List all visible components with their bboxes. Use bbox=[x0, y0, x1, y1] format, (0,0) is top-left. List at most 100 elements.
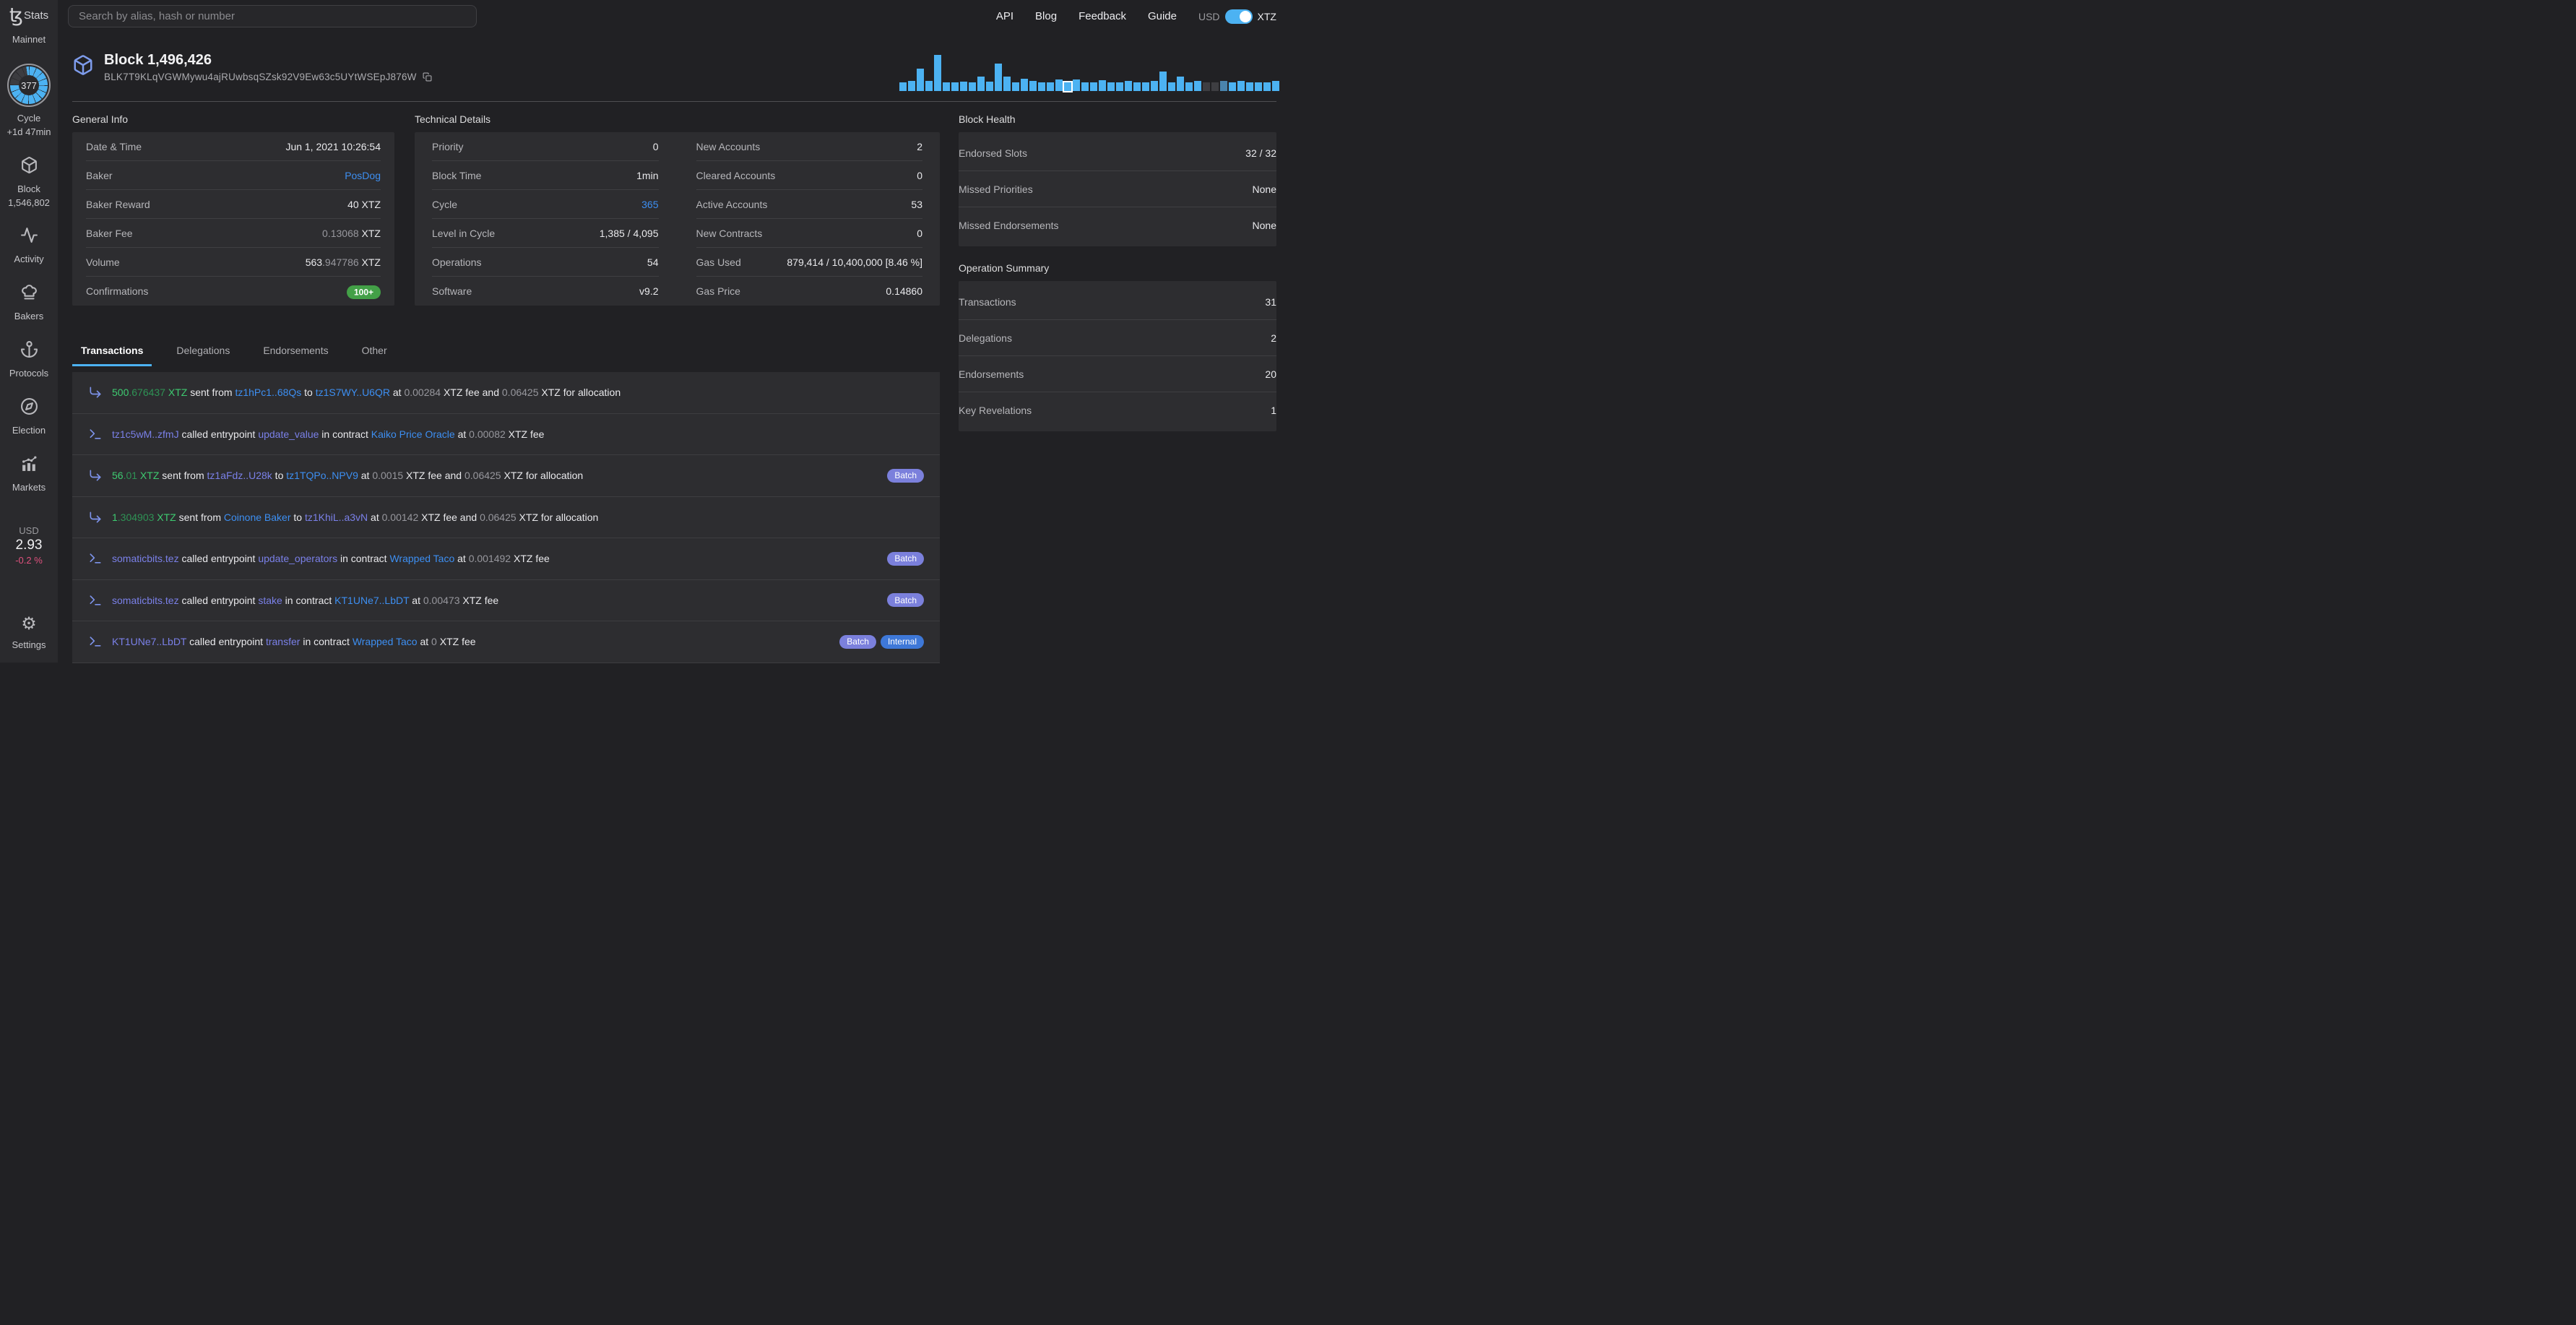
row-value: None bbox=[1253, 220, 1276, 231]
row-value: 2 bbox=[917, 141, 922, 152]
link[interactable]: Coinone Baker bbox=[224, 512, 291, 523]
tab-endorsements[interactable]: Endorsements bbox=[254, 345, 337, 366]
sidebar-item-markets[interactable]: Markets bbox=[8, 454, 50, 495]
histogram-bar[interactable] bbox=[1220, 81, 1227, 91]
histogram-bar[interactable] bbox=[1255, 82, 1262, 91]
sidebar-item-settings[interactable]: ⚙ Settings bbox=[12, 615, 46, 652]
operation-row[interactable]: 56.01 XTZ sent from tz1aFdz..U28k to tz1… bbox=[72, 455, 940, 497]
link[interactable]: update_value bbox=[258, 428, 319, 440]
histogram-bar[interactable] bbox=[1029, 81, 1037, 91]
topnav-link-blog[interactable]: Blog bbox=[1035, 10, 1057, 22]
currency-toggle[interactable] bbox=[1224, 9, 1253, 24]
tab-delegations[interactable]: Delegations bbox=[168, 345, 238, 366]
histogram-bar[interactable] bbox=[943, 82, 950, 91]
histogram-bar[interactable] bbox=[995, 64, 1002, 91]
link[interactable]: tz1aFdz..U28k bbox=[207, 470, 272, 481]
histogram-bar[interactable] bbox=[1168, 82, 1175, 91]
link[interactable]: update_operators bbox=[258, 553, 337, 564]
histogram-bar[interactable] bbox=[1073, 79, 1080, 91]
search-input[interactable] bbox=[68, 5, 477, 27]
histogram-bar[interactable] bbox=[1246, 82, 1253, 91]
tzstats-logo[interactable]: ꜩ Stats bbox=[9, 6, 48, 25]
link[interactable]: tz1KhiL..a3vN bbox=[305, 512, 368, 523]
histogram-bar[interactable] bbox=[1151, 81, 1158, 91]
link[interactable]: transfer bbox=[266, 636, 300, 647]
sidebar-item-protocols[interactable]: Protocols bbox=[8, 340, 50, 381]
tab-other[interactable]: Other bbox=[353, 345, 396, 366]
histogram-bar[interactable] bbox=[1159, 72, 1167, 91]
histogram-bar[interactable] bbox=[1272, 81, 1279, 91]
operation-row[interactable]: somaticbits.tez called entrypoint update… bbox=[72, 538, 940, 580]
link[interactable]: Wrapped Taco bbox=[389, 553, 454, 564]
link[interactable]: tz1TQPo..NPV9 bbox=[286, 470, 358, 481]
row-label: Date & Time bbox=[86, 140, 142, 152]
operation-row[interactable]: somaticbits.tez called entrypoint stake … bbox=[72, 580, 940, 621]
histogram-bar[interactable] bbox=[969, 82, 976, 91]
histogram-bar[interactable] bbox=[1055, 79, 1063, 91]
link[interactable]: somaticbits.tez bbox=[112, 553, 179, 564]
histogram-bar[interactable] bbox=[1038, 82, 1045, 91]
histogram-bar[interactable] bbox=[1237, 81, 1245, 91]
histogram-bar[interactable] bbox=[899, 82, 907, 91]
text-segment: 0.00082 bbox=[469, 428, 506, 440]
sidebar-item-election[interactable]: Election bbox=[8, 397, 50, 438]
histogram-bar[interactable] bbox=[986, 82, 993, 91]
link[interactable]: Wrapped Taco bbox=[353, 636, 418, 647]
histogram-bar[interactable] bbox=[1021, 79, 1028, 91]
text-segment: None bbox=[1252, 220, 1276, 231]
copy-icon[interactable] bbox=[423, 72, 432, 82]
link[interactable]: tz1S7WY..U6QR bbox=[316, 387, 390, 398]
histogram-bar[interactable] bbox=[1003, 77, 1011, 91]
histogram-bar[interactable] bbox=[951, 82, 959, 91]
info-row: Confirmations 100+ bbox=[86, 277, 381, 306]
sidebar-item-block[interactable]: Block 1,546,802 bbox=[8, 156, 50, 210]
histogram-bar[interactable] bbox=[1142, 82, 1149, 91]
histogram-bar[interactable] bbox=[1090, 82, 1097, 91]
topnav-link-guide[interactable]: Guide bbox=[1148, 10, 1177, 22]
histogram-bar[interactable] bbox=[908, 81, 915, 91]
histogram-bar[interactable] bbox=[1203, 82, 1210, 91]
operation-row[interactable]: 500.676437 XTZ sent from tz1hPc1..68Qs t… bbox=[72, 372, 940, 414]
topnav-link-feedback[interactable]: Feedback bbox=[1079, 10, 1126, 22]
histogram-bar[interactable] bbox=[1012, 82, 1019, 91]
terminal-icon bbox=[88, 634, 103, 649]
link[interactable]: somaticbits.tez bbox=[112, 595, 179, 606]
link[interactable]: PosDog bbox=[345, 170, 381, 181]
histogram-bar[interactable] bbox=[1081, 82, 1089, 91]
histogram-bar[interactable] bbox=[977, 77, 985, 91]
histogram-bar[interactable] bbox=[960, 82, 967, 91]
histogram-bar[interactable] bbox=[1107, 82, 1115, 91]
link[interactable]: tz1hPc1..68Qs bbox=[235, 387, 301, 398]
price-widget[interactable]: USD 2.93 -0.2 % bbox=[15, 525, 43, 566]
histogram-bar[interactable] bbox=[1099, 80, 1106, 91]
histogram-bar[interactable] bbox=[1133, 82, 1141, 91]
topnav-link-api[interactable]: API bbox=[996, 10, 1013, 22]
histogram-bar[interactable] bbox=[1185, 82, 1193, 91]
link[interactable]: Kaiko Price Oracle bbox=[371, 428, 455, 440]
tab-transactions[interactable]: Transactions bbox=[72, 345, 152, 366]
cycle-progress-donut[interactable]: 377 bbox=[7, 64, 51, 107]
link[interactable]: 365 bbox=[641, 199, 658, 210]
histogram-bar[interactable] bbox=[1211, 82, 1219, 91]
sidebar-item-bakers[interactable]: Bakers bbox=[8, 283, 50, 324]
link[interactable]: KT1UNe7..LbDT bbox=[112, 636, 186, 647]
text-segment: 0.00284 bbox=[404, 387, 441, 399]
histogram-bar[interactable] bbox=[934, 55, 941, 91]
operation-row[interactable]: KT1UNe7..LbDT called entrypoint transfer… bbox=[72, 621, 940, 663]
histogram-bar[interactable] bbox=[1229, 82, 1236, 91]
histogram-bar-current[interactable] bbox=[1063, 81, 1073, 92]
histogram-bar[interactable] bbox=[925, 81, 933, 91]
histogram-bar[interactable] bbox=[1177, 77, 1184, 91]
sidebar-item-activity[interactable]: Activity bbox=[8, 226, 50, 267]
histogram-bar[interactable] bbox=[917, 69, 924, 91]
histogram-bar[interactable] bbox=[1116, 82, 1123, 91]
link[interactable]: stake bbox=[258, 595, 282, 606]
histogram-bar[interactable] bbox=[1194, 81, 1201, 91]
operation-row[interactable]: 1.304903 XTZ sent from Coinone Baker to … bbox=[72, 497, 940, 538]
operation-row[interactable]: tz1c5wM..zfmJ called entrypoint update_v… bbox=[72, 414, 940, 455]
histogram-bar[interactable] bbox=[1047, 82, 1054, 91]
link[interactable]: tz1c5wM..zfmJ bbox=[112, 428, 179, 440]
histogram-bar[interactable] bbox=[1263, 82, 1271, 91]
link[interactable]: KT1UNe7..LbDT bbox=[334, 595, 409, 606]
histogram-bar[interactable] bbox=[1125, 81, 1132, 91]
